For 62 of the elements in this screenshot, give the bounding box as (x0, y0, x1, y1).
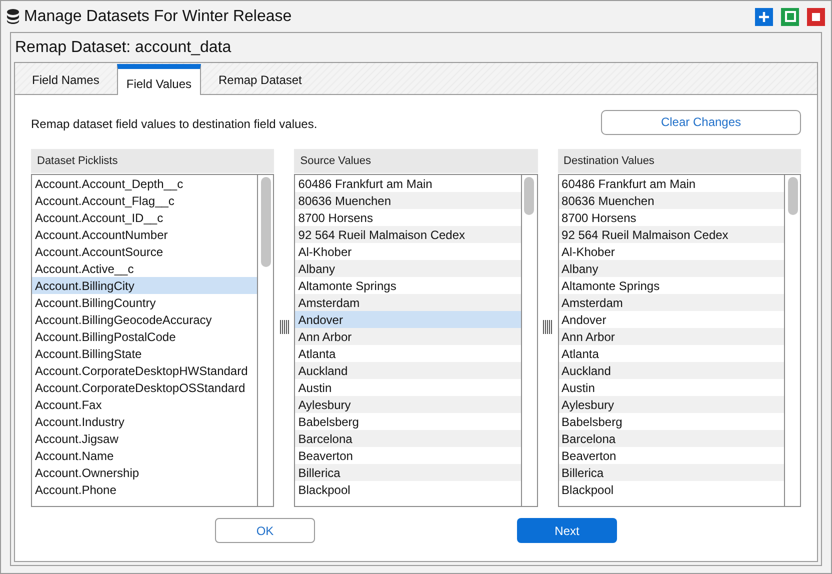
list-item[interactable]: Auckland (558, 362, 784, 379)
list-item[interactable]: Ann Arbor (558, 328, 784, 345)
list-item[interactable]: Andover (295, 311, 521, 328)
splitter-handle-icon[interactable] (280, 320, 289, 334)
plus-icon (758, 10, 770, 22)
next-button[interactable]: Next (517, 518, 617, 543)
list-item[interactable]: 92 564 Rueil Malmaison Cedex (295, 226, 521, 243)
list-item[interactable]: Account.Ownership (32, 464, 258, 481)
list-item[interactable]: Account.Name (32, 447, 258, 464)
list-item[interactable]: Account.Account_Flag__c (32, 192, 258, 209)
dialog-title: Remap Dataset: account_data (15, 38, 232, 58)
list-item[interactable]: Account.CorporateDesktopHWStandard (32, 362, 258, 379)
list-item[interactable]: 92 564 Rueil Malmaison Cedex (558, 226, 784, 243)
list-item[interactable]: Account.Fax (32, 396, 258, 413)
list-item[interactable]: Auckland (295, 362, 521, 379)
scrollbar-thumb[interactable] (524, 177, 534, 215)
list-item[interactable]: Albany (558, 260, 784, 277)
list-item[interactable]: Amsterdam (558, 294, 784, 311)
list-item[interactable]: Account.Jigsaw (32, 430, 258, 447)
database-icon (7, 9, 19, 24)
column-header: Source Values (294, 149, 538, 173)
list-item[interactable]: Aylesbury (295, 396, 521, 413)
list-item[interactable]: Account.Account_Depth__c (32, 175, 258, 192)
list-item[interactable]: Account.BillingCity (32, 277, 258, 294)
tab[interactable]: Remap Dataset (206, 64, 315, 94)
list-item[interactable]: Account.Industry (32, 413, 258, 430)
tab[interactable]: Field Values (117, 64, 201, 95)
list-item[interactable]: 80636 Muenchen (558, 192, 784, 209)
tab[interactable]: Field Names (19, 64, 112, 94)
list-item[interactable]: Billerica (295, 464, 521, 481)
stop-icon (812, 12, 820, 20)
maximize-button[interactable] (781, 8, 799, 26)
list-item[interactable]: Account.Account_ID__c (32, 209, 258, 226)
list-item[interactable]: Account.CorporateDesktopOSStandard (32, 379, 258, 396)
list-item[interactable]: Billerica (558, 464, 784, 481)
list-item[interactable]: Aylesbury (558, 396, 784, 413)
list-item[interactable]: Account.AccountSource (32, 243, 258, 260)
column-header: Dataset Picklists (31, 149, 274, 173)
list-item[interactable]: Account.Active__c (32, 260, 258, 277)
list-item[interactable]: Account.Phone (32, 481, 258, 498)
column-header: Destination Values (558, 149, 801, 173)
list-item[interactable]: Barcelona (295, 430, 521, 447)
clear-changes-button[interactable]: Clear Changes (601, 110, 801, 134)
window-title: Manage Datasets For Winter Release (24, 6, 292, 26)
square-icon (784, 11, 796, 22)
list-item[interactable]: Account.BillingCountry (32, 294, 258, 311)
scrollbar-thumb[interactable] (260, 177, 271, 267)
list-item[interactable]: Account.BillingState (32, 345, 258, 362)
list-item[interactable]: Account.BillingGeocodeAccuracy (32, 311, 258, 328)
ok-button[interactable]: OK (215, 518, 315, 543)
splitter-handle-icon[interactable] (543, 320, 552, 334)
add-button[interactable] (755, 8, 773, 26)
description-text: Remap dataset field values to destination field values. (31, 116, 318, 133)
list-item[interactable]: Account.AccountNumber (32, 226, 258, 243)
list-item[interactable]: Ann Arbor (295, 328, 521, 345)
list-item[interactable]: Account.BillingPostalCode (32, 328, 258, 345)
scrollbar-thumb[interactable] (788, 177, 798, 215)
close-button[interactable] (807, 8, 825, 26)
list-item[interactable]: Amsterdam (295, 294, 521, 311)
list-item[interactable]: 80636 Muenchen (295, 192, 521, 209)
list-item[interactable]: Barcelona (558, 430, 784, 447)
list-item[interactable]: Albany (295, 260, 521, 277)
